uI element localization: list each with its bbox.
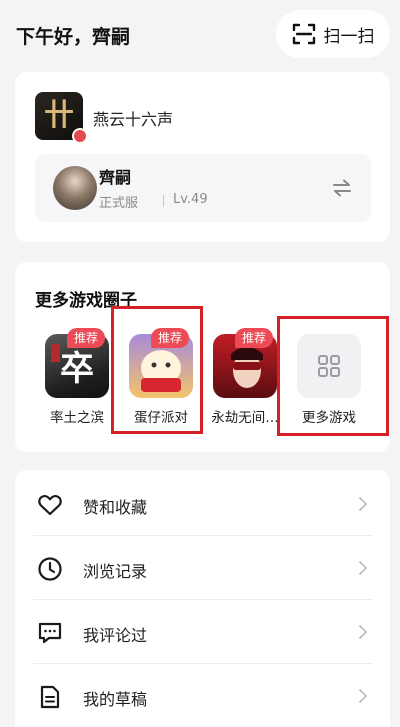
chevron-right-icon xyxy=(359,625,367,639)
highlight-box xyxy=(277,316,389,436)
chevron-right-icon xyxy=(359,561,367,575)
role-server: 正式服 xyxy=(99,196,139,211)
menu-item-label: 浏览记录 xyxy=(83,562,148,581)
scan-icon xyxy=(292,23,315,45)
heart-icon xyxy=(38,495,62,516)
clock-icon xyxy=(38,557,62,581)
highlight-box xyxy=(111,306,203,434)
menu-item-my-comments[interactable]: 我评论过 xyxy=(15,600,390,664)
role-name: 齊嗣 xyxy=(99,168,132,187)
menu-list-card: 赞和收藏 浏览记录 我评论过 我的草稿 xyxy=(15,470,390,727)
greeting-title: 下午好，齊嗣 xyxy=(16,26,131,48)
game-circle-item[interactable]: 推荐 卒 率土之滨 xyxy=(35,328,119,440)
game-circles-card: 更多游戏圈子 推荐 卒 率土之滨 推荐 蛋仔派对 推荐 永劫无间… 更多游戏 xyxy=(15,262,390,452)
game-circle-label: 永劫无间… xyxy=(211,410,279,426)
menu-item-history[interactable]: 浏览记录 xyxy=(15,536,390,600)
chevron-right-icon xyxy=(359,497,367,511)
divider xyxy=(163,195,164,207)
menu-item-label: 赞和收藏 xyxy=(83,498,148,517)
recommend-tag: 推荐 xyxy=(67,328,106,348)
role-avatar xyxy=(53,166,97,210)
game-name[interactable]: 燕云十六声 xyxy=(93,106,173,130)
menu-item-likes-favorites[interactable]: 赞和收藏 xyxy=(15,472,390,536)
menu-item-my-drafts[interactable]: 我的草稿 xyxy=(15,664,390,727)
role-card[interactable]: 齊嗣 正式服 Lv.49 xyxy=(35,154,371,222)
current-game-card: 卄 燕云十六声 齊嗣 正式服 Lv.49 xyxy=(15,72,390,242)
svg-text:卒: 卒 xyxy=(60,349,94,389)
game-circle-label: 率土之滨 xyxy=(50,410,104,426)
scan-label: 扫一扫 xyxy=(323,26,375,47)
comment-icon xyxy=(38,622,62,644)
menu-item-label: 我的草稿 xyxy=(83,690,148,709)
scan-button[interactable]: 扫一扫 xyxy=(276,10,390,58)
switch-role-icon[interactable] xyxy=(331,178,353,198)
recommend-tag: 推荐 xyxy=(235,328,274,348)
draft-icon xyxy=(40,685,60,709)
platform-badge-icon xyxy=(72,128,88,144)
recommend-tag: 推荐 xyxy=(151,328,190,348)
game-app-icon[interactable]: 卄 xyxy=(35,92,88,144)
chevron-right-icon xyxy=(359,689,367,703)
role-level: Lv.49 xyxy=(173,192,208,207)
menu-item-label: 我评论过 xyxy=(83,626,148,645)
game-circle-item[interactable]: 推荐 永劫无间… xyxy=(203,328,287,440)
app-screen: 下午好，齊嗣 扫一扫 卄 燕云十六声 齊嗣 正式服 Lv.49 更多游戏圈子 推… xyxy=(0,0,400,727)
